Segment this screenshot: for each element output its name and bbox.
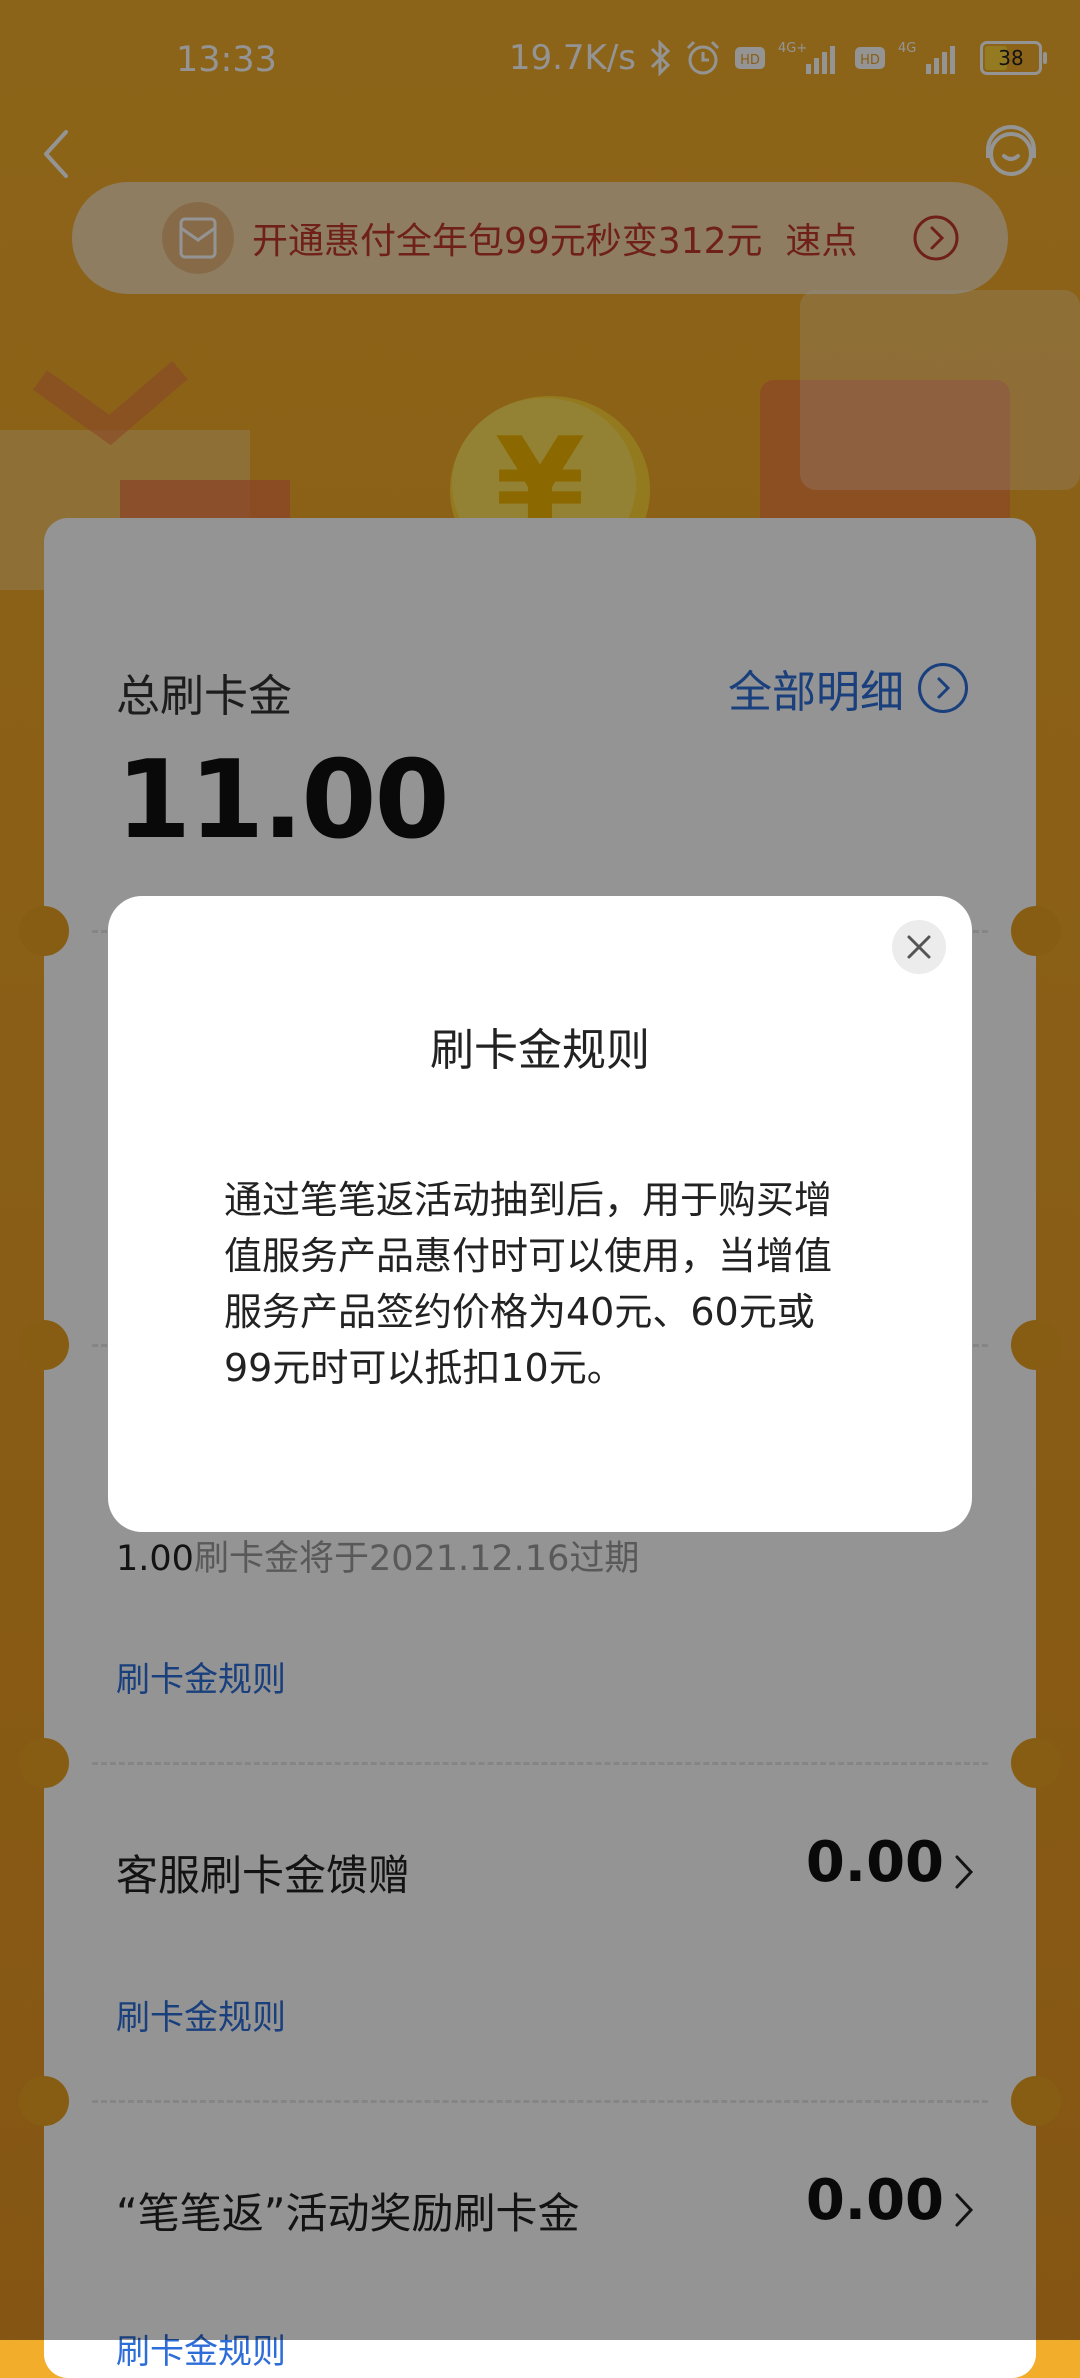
close-icon — [907, 935, 931, 959]
modal-body: 通过笔笔返活动抽到后，用于购买增值服务产品惠付时可以使用，当增值服务产品签约价格… — [224, 1178, 833, 1390]
modal-title: 刷卡金规则 — [430, 1025, 650, 1076]
close-button[interactable] — [892, 920, 946, 974]
rules-modal: 刷卡金规则 通过笔笔返活动抽到后，用于购买增值服务产品惠付时可以使用，当增值服务… — [108, 896, 972, 1532]
